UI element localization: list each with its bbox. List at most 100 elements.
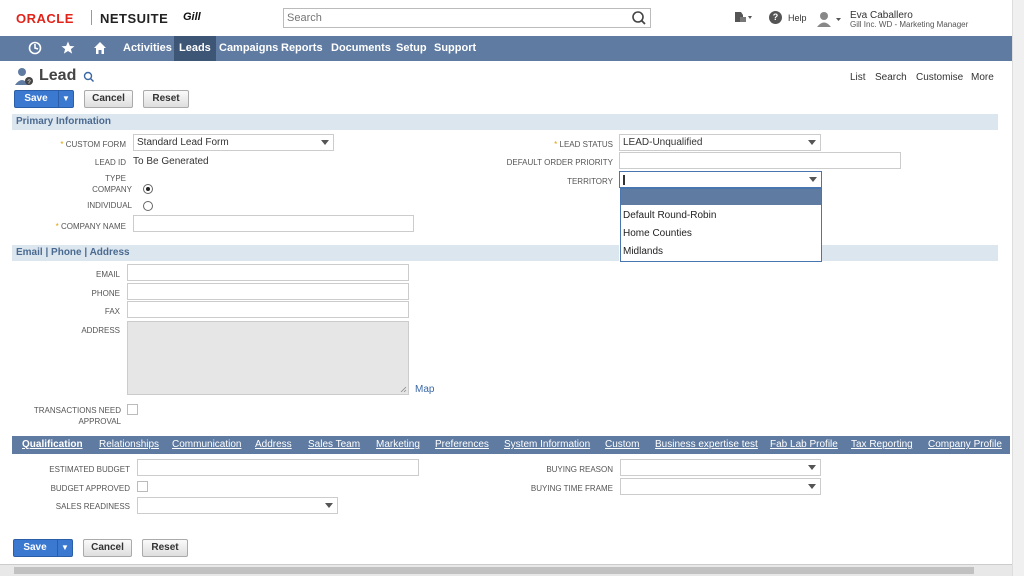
- address-textarea[interactable]: [127, 321, 409, 395]
- territory-option-default-round-robin[interactable]: Default Round-Robin: [623, 210, 716, 221]
- global-search-input[interactable]: [284, 9, 624, 27]
- cancel-button[interactable]: Cancel: [84, 90, 133, 108]
- phone-label: PHONE: [91, 289, 120, 298]
- company-radio[interactable]: [143, 184, 153, 194]
- save-button-label: Save: [23, 542, 47, 553]
- territory-option-blank[interactable]: [621, 189, 821, 205]
- estimated-budget-input[interactable]: [137, 459, 419, 476]
- search-link[interactable]: Search: [875, 72, 907, 83]
- nav-campaigns[interactable]: Campaigns: [219, 36, 278, 61]
- phone-input[interactable]: [127, 283, 409, 300]
- text-cursor: [623, 175, 625, 185]
- top-header: ORACLE NETSUITE Gill ? Help Eva Caballer…: [0, 0, 1024, 36]
- tab-custom[interactable]: Custom: [605, 436, 639, 454]
- chevron-down-icon: [808, 140, 816, 145]
- territory-select[interactable]: [619, 171, 822, 188]
- save-button[interactable]: Save ▼: [14, 90, 74, 108]
- tab-company-profile[interactable]: Company Profile: [928, 436, 1002, 454]
- tab-business-expertise-test[interactable]: Business expertise test: [655, 436, 758, 454]
- recent-records-icon[interactable]: [732, 10, 754, 24]
- global-search: [283, 8, 651, 28]
- logo-divider: [91, 10, 92, 25]
- lead-record-icon: ?: [15, 68, 33, 86]
- user-role[interactable]: Gill Inc. WD - Marketing Manager: [850, 20, 968, 29]
- nav-leads[interactable]: Leads: [174, 36, 216, 61]
- home-icon[interactable]: [92, 40, 108, 56]
- type-label: TYPE: [105, 174, 126, 183]
- resize-handle-icon[interactable]: [400, 386, 407, 393]
- chevron-down-icon: [321, 140, 329, 145]
- customise-link[interactable]: Customise: [916, 72, 963, 83]
- estimated-budget-label: ESTIMATED BUDGET: [49, 465, 130, 474]
- vertical-scrollbar[interactable]: [1012, 0, 1024, 576]
- page-title: Lead: [39, 67, 77, 84]
- horizontal-scrollbar[interactable]: [0, 564, 1012, 576]
- territory-option-home-counties[interactable]: Home Counties: [623, 228, 692, 239]
- nav-reports[interactable]: Reports: [281, 36, 323, 61]
- help-icon[interactable]: ?: [769, 11, 782, 24]
- reset-button-bottom[interactable]: Reset: [142, 539, 188, 557]
- save-dropdown-icon[interactable]: ▼: [57, 540, 72, 556]
- budget-approved-checkbox[interactable]: [137, 481, 148, 492]
- tab-fab-lab-profile[interactable]: Fab Lab Profile: [770, 436, 838, 454]
- tab-communication[interactable]: Communication: [172, 436, 241, 454]
- tab-preferences[interactable]: Preferences: [435, 436, 489, 454]
- lead-id-label: LEAD ID: [94, 158, 126, 167]
- netsuite-logo[interactable]: NETSUITE: [100, 11, 168, 26]
- email-input[interactable]: [127, 264, 409, 281]
- tab-system-information[interactable]: System Information: [504, 436, 590, 454]
- custom-form-label: * CUSTOM FORM: [60, 140, 126, 149]
- save-button-bottom[interactable]: Save ▼: [13, 539, 73, 557]
- nav-documents[interactable]: Documents: [331, 36, 391, 61]
- nav-setup[interactable]: Setup: [396, 36, 427, 61]
- cancel-button-bottom[interactable]: Cancel: [83, 539, 132, 557]
- sales-readiness-label: SALES READINESS: [55, 502, 130, 511]
- buying-time-frame-select[interactable]: [620, 478, 821, 495]
- tab-address[interactable]: Address: [255, 436, 292, 454]
- more-link[interactable]: More: [971, 72, 994, 83]
- individual-radio[interactable]: [143, 201, 153, 211]
- lead-status-select[interactable]: LEAD-Unqualified: [619, 134, 821, 151]
- custom-form-select[interactable]: Standard Lead Form: [133, 134, 334, 151]
- nav-activities[interactable]: Activities: [123, 36, 172, 61]
- tab-marketing[interactable]: Marketing: [376, 436, 420, 454]
- default-order-priority-input[interactable]: [619, 152, 901, 169]
- email-label: EMAIL: [95, 270, 120, 279]
- lead-status-label: * LEAD STATUS: [554, 140, 613, 149]
- sales-readiness-select[interactable]: [137, 497, 338, 514]
- budget-approved-label: BUDGET APPROVED: [50, 484, 130, 493]
- contact-section-header[interactable]: Email | Phone | Address: [12, 245, 619, 261]
- chevron-down-icon: [808, 465, 816, 470]
- tab-qualification[interactable]: Qualification: [22, 436, 83, 454]
- map-link[interactable]: Map: [415, 384, 434, 395]
- search-records-icon[interactable]: [83, 71, 95, 83]
- favorites-star-icon[interactable]: [60, 40, 76, 56]
- tab-sales-team[interactable]: Sales Team: [308, 436, 360, 454]
- horizontal-scrollbar-thumb[interactable]: [14, 567, 974, 574]
- help-link[interactable]: Help: [788, 13, 807, 23]
- territory-option-midlands[interactable]: Midlands: [623, 246, 663, 257]
- reset-button[interactable]: Reset: [143, 90, 189, 108]
- tab-relationships[interactable]: Relationships: [99, 436, 159, 454]
- save-dropdown-icon[interactable]: ▼: [58, 91, 73, 107]
- company-name-input[interactable]: [133, 215, 414, 232]
- default-order-priority-label: DEFAULT ORDER PRIORITY: [506, 158, 613, 167]
- company-logo[interactable]: Gill: [183, 11, 201, 23]
- lead-id-value: To Be Generated: [133, 156, 209, 167]
- chevron-down-icon: [325, 503, 333, 508]
- buying-reason-label: BUYING REASON: [546, 465, 613, 474]
- transactions-need-approval-checkbox[interactable]: [127, 404, 138, 415]
- oracle-logo[interactable]: ORACLE: [16, 11, 74, 26]
- buying-time-frame-label: BUYING TIME FRAME: [530, 484, 613, 493]
- user-avatar-icon[interactable]: [816, 11, 844, 27]
- list-link[interactable]: List: [850, 72, 866, 83]
- recent-icon[interactable]: [27, 40, 43, 56]
- fax-input[interactable]: [127, 301, 409, 318]
- lead-status-value: LEAD-Unqualified: [623, 137, 703, 148]
- primary-info-header[interactable]: Primary Information: [12, 114, 998, 130]
- nav-support[interactable]: Support: [434, 36, 476, 61]
- buying-reason-select[interactable]: [620, 459, 821, 476]
- search-icon[interactable]: [629, 9, 649, 27]
- save-button-label: Save: [24, 93, 48, 104]
- tab-tax-reporting[interactable]: Tax Reporting: [851, 436, 913, 454]
